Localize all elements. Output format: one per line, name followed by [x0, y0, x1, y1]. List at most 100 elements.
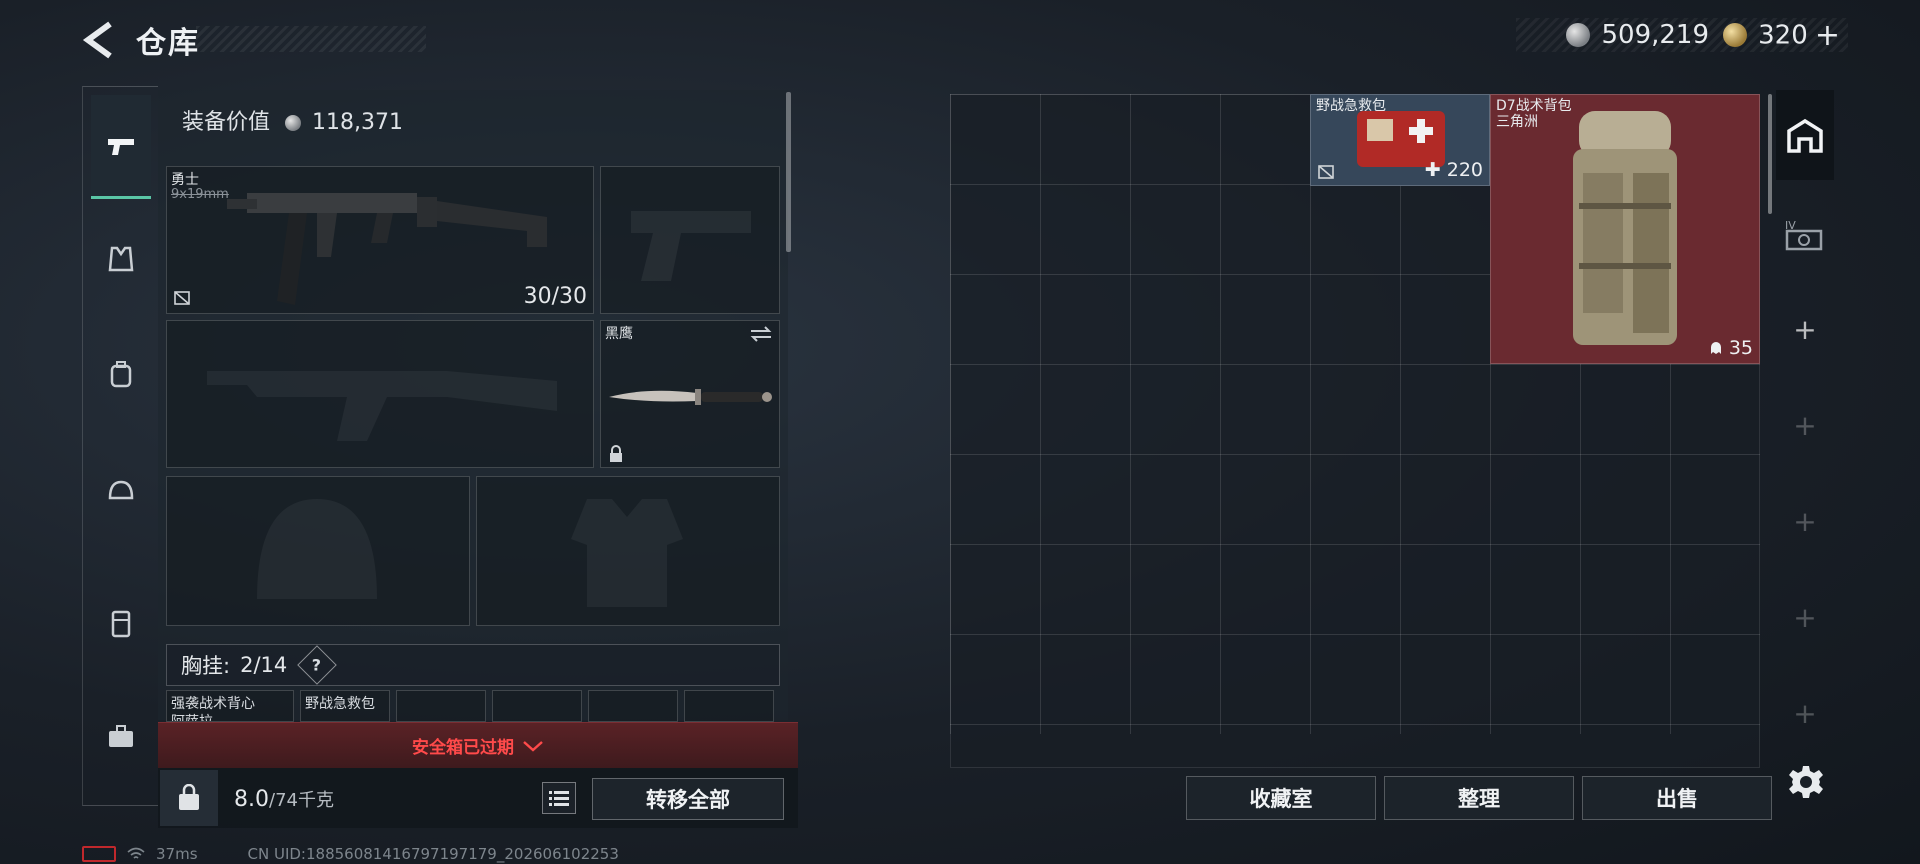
- plus-icon: +: [1793, 600, 1817, 634]
- helmet-placeholder-icon: [257, 499, 377, 599]
- backpack-icon: [110, 361, 132, 388]
- warehouse-scrollbar[interactable]: [1768, 94, 1772, 214]
- gear-icon: [1789, 766, 1823, 798]
- sell-button[interactable]: 出售: [1582, 776, 1772, 820]
- silver-coin-icon: [1566, 23, 1591, 47]
- weapon-name: 勇士: [171, 172, 199, 188]
- add-currency-icon[interactable]: +: [1815, 18, 1840, 53]
- safe-box-status: 安全箱已过期: [412, 738, 514, 758]
- helmet-slot[interactable]: [166, 476, 470, 626]
- melee-name: 黑鹰: [605, 326, 633, 342]
- swap-icon[interactable]: [749, 325, 773, 343]
- armor-placeholder-icon: [571, 499, 683, 607]
- warehouse-item-medkit[interactable]: 野战急救包 ✚ 220: [1310, 94, 1490, 186]
- settings-button[interactable]: [1788, 764, 1824, 800]
- melee-slot[interactable]: 黑鹰: [600, 320, 780, 468]
- weight-icon-box: [160, 770, 218, 826]
- user-uid: CN UID:18856081416797197179_202606102253: [247, 845, 619, 863]
- chest-slot[interactable]: [492, 690, 582, 722]
- tab-main-warehouse[interactable]: [1776, 90, 1834, 180]
- weight-max: /74千克: [269, 790, 334, 811]
- transfer-all-button[interactable]: 转移全部: [592, 778, 784, 820]
- title-decoration: [196, 26, 426, 52]
- nav-toolbox[interactable]: [83, 689, 159, 785]
- page-title: 仓库: [136, 26, 200, 61]
- nav-armor[interactable]: [83, 211, 159, 307]
- chest-item-name: 野战急救包: [305, 696, 375, 712]
- equipment-value: 装备价值 118,371: [182, 104, 403, 136]
- no-insurance-icon: [174, 291, 190, 305]
- weapon-ammo: 9x19mm: [171, 187, 229, 202]
- silver-coin-icon: [285, 115, 302, 131]
- tab-add-storage[interactable]: +: [1776, 380, 1834, 470]
- backpack-icon: [1573, 111, 1677, 345]
- equipment-scrollbar[interactable]: [786, 92, 791, 252]
- expansion-box-icon: IV: [1785, 219, 1823, 251]
- list-icon: [549, 791, 569, 806]
- wifi-icon: [127, 847, 145, 859]
- list-view-button[interactable]: [542, 782, 576, 814]
- ghost-icon: [1710, 342, 1721, 354]
- vest-icon: [108, 246, 134, 272]
- collection-room-button[interactable]: 收藏室: [1186, 776, 1376, 820]
- nav-container[interactable]: [83, 575, 159, 671]
- tab-expansion-iv[interactable]: IV: [1776, 190, 1834, 280]
- no-insurance-icon: [1318, 165, 1334, 179]
- nav-helmet[interactable]: [83, 443, 159, 539]
- warehouse-icon: [1787, 118, 1823, 153]
- weight-icon: [179, 784, 199, 810]
- warehouse-item-backpack[interactable]: D7战术背包 三角洲 35: [1490, 94, 1760, 364]
- tab-add-storage[interactable]: +: [1776, 572, 1834, 662]
- plus-icon: +: [1793, 312, 1817, 346]
- back-button[interactable]: [82, 20, 118, 60]
- pistol-placeholder-icon: [631, 211, 751, 281]
- carry-weight: 8.0/74千克: [234, 786, 334, 812]
- helmet-icon: [108, 480, 134, 500]
- gold-amount: 320: [1758, 20, 1808, 50]
- pistol-icon: [108, 138, 134, 155]
- chest-rig-capacity: 2/14: [240, 653, 288, 677]
- armor-slot[interactable]: [476, 476, 780, 626]
- chest-slot[interactable]: 强袭战术背心 阿萨拉: [166, 690, 294, 722]
- equipment-value-amount: 118,371: [312, 110, 403, 135]
- secondary-rifle-slot[interactable]: [166, 320, 594, 468]
- chest-slot[interactable]: 野战急救包: [300, 690, 390, 722]
- plus-icon: +: [1793, 504, 1817, 538]
- gold-currency[interactable]: 320 +: [1723, 18, 1840, 53]
- smg-icon: [227, 193, 547, 305]
- chest-item-name: 强袭战术背心: [171, 696, 255, 712]
- ping: 37ms: [156, 845, 198, 863]
- silver-currency: 509,219: [1566, 20, 1709, 50]
- rifle-placeholder-icon: [207, 371, 557, 441]
- toolbox-icon: [109, 725, 133, 747]
- plus-icon: +: [1793, 696, 1817, 730]
- currency-bar: 509,219 320 +: [1516, 18, 1848, 53]
- gold-coin-icon: [1723, 23, 1748, 47]
- safe-box-expired-banner[interactable]: 安全箱已过期: [158, 722, 798, 768]
- primary-weapon-slot[interactable]: 勇士 9x19mm 30/30: [166, 166, 594, 314]
- plus-icon: +: [1793, 408, 1817, 442]
- back-arrow-icon: [82, 21, 112, 59]
- tab-add-storage[interactable]: +: [1776, 476, 1834, 566]
- battery-icon: [82, 846, 116, 862]
- chest-rig-bar: 胸挂: 2/14 ?: [166, 644, 780, 686]
- chest-slot[interactable]: [684, 690, 774, 722]
- help-button[interactable]: ?: [297, 645, 338, 685]
- chest-rig-label: 胸挂:: [181, 654, 231, 678]
- tab-add-storage[interactable]: +: [1776, 284, 1834, 374]
- chest-slot[interactable]: [588, 690, 678, 722]
- nav-weapons[interactable]: [91, 95, 151, 199]
- knife-icon: [609, 389, 772, 405]
- lock-icon: [610, 445, 622, 462]
- chevron-down-icon: [523, 740, 543, 752]
- item-count: ✚ 220: [1424, 159, 1483, 181]
- organize-button[interactable]: 整理: [1384, 776, 1574, 820]
- equipment-value-label: 装备价值: [182, 110, 271, 135]
- weapon-ammo-count: 30/30: [523, 284, 587, 309]
- item-name: D7战术背包 三角洲: [1496, 98, 1572, 130]
- chest-slot[interactable]: [396, 690, 486, 722]
- storage-tabs: IV + + + + +: [1776, 90, 1834, 740]
- secondary-weapon-slot[interactable]: [600, 166, 780, 314]
- tab-add-storage[interactable]: +: [1776, 668, 1834, 758]
- nav-backpack[interactable]: [83, 327, 159, 423]
